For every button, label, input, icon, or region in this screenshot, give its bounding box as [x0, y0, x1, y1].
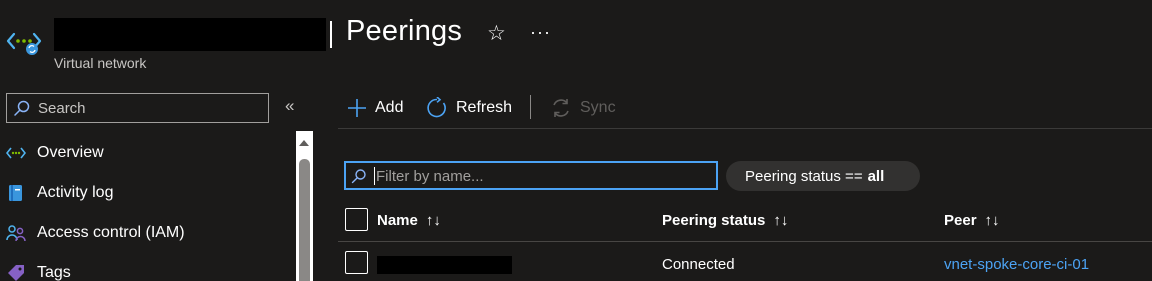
- column-label: Peer: [944, 212, 977, 229]
- row-checkbox[interactable]: [345, 251, 368, 274]
- filter-by-name-input[interactable]: Filter by name...: [344, 161, 718, 190]
- page-title: Peerings: [346, 15, 463, 47]
- search-placeholder: Search: [38, 100, 86, 117]
- peering-name-redacted[interactable]: [377, 256, 512, 274]
- vnet-icon: [6, 143, 26, 163]
- text-caret: [374, 167, 375, 185]
- sort-icon[interactable]: ↑↓: [773, 212, 788, 229]
- toolbar-separator: [530, 95, 531, 119]
- table-header-divider: [338, 241, 1152, 242]
- filter-pill-prefix: Peering status ==: [745, 167, 863, 185]
- tag-icon: [6, 263, 26, 281]
- refresh-button[interactable]: Refresh: [426, 96, 512, 120]
- scroll-up-arrow-icon[interactable]: [299, 140, 309, 146]
- plus-icon: [348, 99, 366, 117]
- sidebar-item-tags[interactable]: Tags: [0, 255, 290, 281]
- refresh-icon: [427, 97, 446, 118]
- sidebar-item-label: Access control (IAM): [37, 224, 185, 241]
- sort-icon[interactable]: ↑↓: [985, 212, 1000, 229]
- sidebar-scrollbar[interactable]: [296, 131, 313, 281]
- collapse-sidebar-icon[interactable]: «: [285, 96, 294, 116]
- title-separator: [330, 21, 332, 48]
- peering-status-cell: Connected: [662, 256, 735, 273]
- activity-log-icon: [6, 183, 26, 203]
- sidebar-item-overview[interactable]: Overview: [0, 135, 290, 171]
- column-label: Name: [377, 212, 418, 229]
- toolbar-divider: [338, 128, 1152, 129]
- select-all-checkbox[interactable]: [345, 208, 368, 231]
- scroll-thumb[interactable]: [299, 159, 310, 281]
- add-button[interactable]: Add: [347, 96, 403, 120]
- sidebar-item-label: Tags: [37, 264, 71, 281]
- column-header-peering-status[interactable]: Peering status ↑↓: [662, 212, 788, 229]
- resource-name-redacted: [54, 18, 326, 51]
- column-header-name[interactable]: Name ↑↓: [377, 212, 441, 229]
- sort-icon[interactable]: ↑↓: [426, 212, 441, 229]
- sync-icon: [553, 99, 569, 117]
- sidebar-item-access-control[interactable]: Access control (IAM): [0, 215, 290, 251]
- peer-link[interactable]: vnet-spoke-core-ci-01: [944, 256, 1089, 273]
- add-label: Add: [375, 99, 404, 116]
- sync-button[interactable]: Sync: [550, 96, 616, 120]
- resource-type-subtitle: Virtual network: [54, 55, 147, 71]
- search-icon: [14, 100, 30, 116]
- filter-placeholder: Filter by name...: [376, 168, 484, 185]
- favorite-star-icon[interactable]: ☆: [487, 22, 506, 46]
- search-icon: [351, 169, 366, 184]
- column-header-peer[interactable]: Peer ↑↓: [944, 212, 1000, 229]
- sidebar-item-label: Activity log: [37, 184, 114, 201]
- sync-label: Sync: [580, 99, 616, 116]
- more-options-icon[interactable]: ···: [530, 20, 551, 44]
- sidebar-item-activity-log[interactable]: Activity log: [0, 175, 290, 211]
- sidebar-item-label: Overview: [37, 144, 104, 161]
- refresh-label: Refresh: [456, 99, 513, 116]
- column-label: Peering status: [662, 212, 766, 229]
- virtual-network-icon: [6, 32, 42, 55]
- sidebar-search-input[interactable]: Search: [6, 93, 269, 123]
- peering-status-filter-pill[interactable]: Peering status == all: [726, 161, 920, 191]
- people-icon: [6, 223, 26, 243]
- filter-pill-value: all: [867, 167, 885, 185]
